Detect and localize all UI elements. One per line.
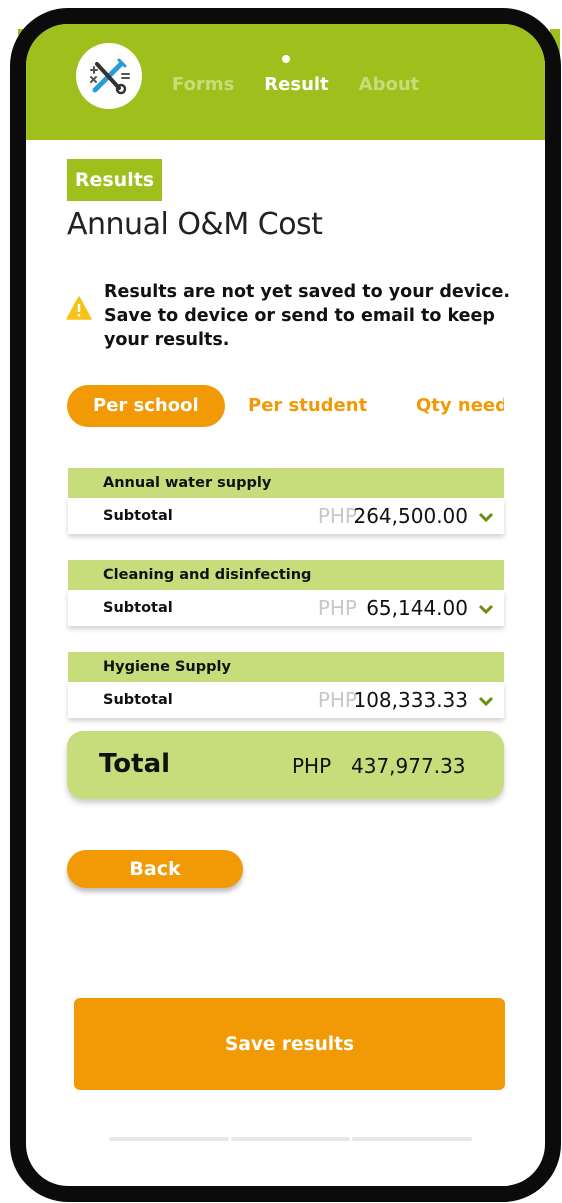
nav-result[interactable]: Result	[264, 74, 328, 95]
subtotal-row[interactable]: Subtotal PHP 65,144.00	[68, 590, 504, 626]
group-header: Annual water supply	[68, 468, 504, 498]
row-label: Subtotal	[103, 600, 173, 616]
results-badge: Results	[67, 159, 162, 201]
total-label: Total	[99, 749, 171, 779]
chevron-down-icon[interactable]	[478, 601, 494, 620]
active-nav-indicator	[282, 55, 290, 63]
home-indicator	[109, 1137, 473, 1141]
cost-group-hygiene: Hygiene Supply Subtotal PHP 108,333.33	[68, 652, 504, 718]
nav-forms[interactable]: Forms	[172, 74, 234, 95]
tools-logo-icon[interactable]	[76, 43, 142, 109]
subtotal-row[interactable]: Subtotal PHP 108,333.33	[68, 682, 504, 718]
unsaved-warning-text: Results are not yet saved to your device…	[104, 282, 511, 350]
row-currency: PHP	[317, 596, 357, 620]
total-currency: PHP	[292, 754, 332, 778]
chevron-down-icon[interactable]	[478, 693, 494, 712]
subtotal-row[interactable]: Subtotal PHP 264,500.00	[68, 498, 504, 534]
row-amount: 108,333.33	[353, 688, 468, 712]
row-amount: 65,144.00	[366, 596, 468, 620]
row-currency: PHP	[317, 504, 357, 528]
warning-icon	[66, 296, 92, 324]
result-tabs: Per school Per student Qty needed	[67, 385, 504, 429]
total-amount: 437,977.33	[351, 754, 466, 778]
top-nav: Forms Result About	[172, 74, 449, 95]
tab-qty-needed[interactable]: Qty needed	[416, 385, 504, 427]
cost-group-cleaning: Cleaning and disinfecting Subtotal PHP 6…	[68, 560, 504, 626]
row-label: Subtotal	[103, 692, 173, 708]
group-header: Cleaning and disinfecting	[68, 560, 504, 590]
tab-per-school[interactable]: Per school	[67, 385, 225, 427]
row-currency: PHP	[317, 688, 357, 712]
total-card: Total PHP 437,977.33	[67, 731, 504, 799]
row-amount: 264,500.00	[353, 504, 468, 528]
nav-about[interactable]: About	[359, 74, 420, 95]
group-header: Hygiene Supply	[68, 652, 504, 682]
tab-per-student[interactable]: Per student	[248, 385, 367, 427]
page-title: Annual O&M Cost	[67, 207, 323, 242]
cost-group-water: Annual water supply Subtotal PHP 264,500…	[68, 468, 504, 534]
save-results-button[interactable]: Save results	[74, 998, 505, 1090]
row-label: Subtotal	[103, 508, 173, 524]
phone-frame: Forms Result About Results Annual O&M Co…	[10, 8, 561, 1202]
back-button[interactable]: Back	[67, 850, 243, 888]
app-header: Forms Result About	[26, 24, 545, 140]
chevron-down-icon[interactable]	[478, 509, 494, 528]
